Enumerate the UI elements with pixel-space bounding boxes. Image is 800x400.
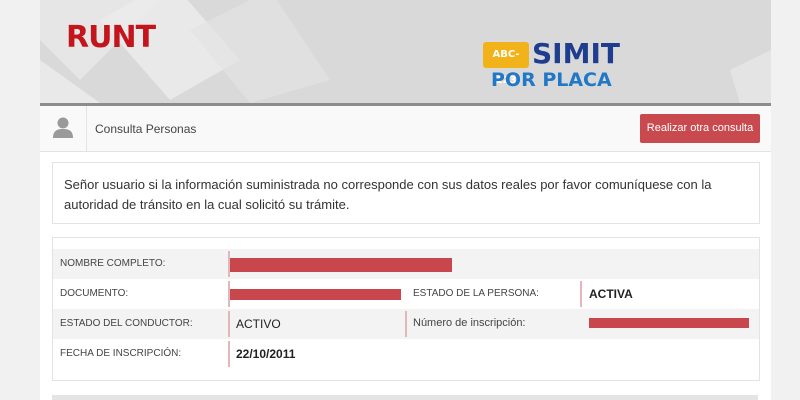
user-icon [53, 117, 73, 138]
fecha-inscripcion-value: 22/10/2011 [236, 347, 296, 361]
estado-persona-label: ESTADO DE LA PERSONA: [413, 288, 539, 299]
next-panel-edge [52, 395, 758, 400]
row-fecha: FECHA DE INSCRIPCIÓN: 22/10/2011 [53, 339, 759, 369]
section-title: Consulta Personas [95, 122, 197, 136]
simit-subtitle: POR PLACA [491, 69, 612, 91]
divider [228, 311, 230, 337]
header-banner: RUNT ABC-123 SIMIT POR PLACA [40, 0, 771, 106]
person-details: NOMBRE COMPLETO: DOCUMENTO: ESTADO DE LA… [52, 237, 760, 381]
nombre-redacted [230, 258, 452, 272]
notice-text: Señor usuario si la información suminist… [64, 177, 712, 212]
numero-inscripcion-label: Número de inscripción: [413, 317, 526, 329]
fecha-inscripcion-label: FECHA DE INSCRIPCIÓN: [60, 348, 182, 359]
nombre-label: NOMBRE COMPLETO: [60, 258, 166, 269]
estado-conductor-label: ESTADO DEL CONDUCTOR: [60, 318, 193, 329]
documento-label: DOCUMENTO: [60, 288, 129, 299]
simit-logo: ABC-123 SIMIT POR PLACA [483, 37, 643, 94]
notice-box: Señor usuario si la información suminist… [52, 162, 760, 224]
divider [580, 281, 582, 307]
estado-persona-value: ACTIVA [589, 287, 633, 301]
user-icon-box [40, 106, 87, 151]
simit-title: SIMIT [532, 37, 620, 70]
page: RUNT ABC-123 SIMIT POR PLACA Consulta Pe… [40, 0, 771, 400]
row-conductor: ESTADO DEL CONDUCTOR: ACTIVO Número de i… [53, 309, 759, 339]
estado-conductor-value: ACTIVO [236, 317, 281, 331]
license-plate-icon: ABC-123 [483, 42, 529, 86]
documento-redacted [230, 289, 401, 300]
row-documento: DOCUMENTO: ESTADO DE LA PERSONA: ACTIVA [53, 279, 759, 309]
user-bar: Consulta Personas Realizar otra consulta [40, 106, 771, 152]
numero-inscripcion-redacted [589, 318, 749, 328]
runt-logo: RUNT [66, 20, 156, 55]
new-query-button[interactable]: Realizar otra consulta [640, 114, 760, 143]
divider [405, 311, 407, 337]
row-nombre: NOMBRE COMPLETO: [53, 249, 759, 279]
divider [228, 341, 230, 367]
